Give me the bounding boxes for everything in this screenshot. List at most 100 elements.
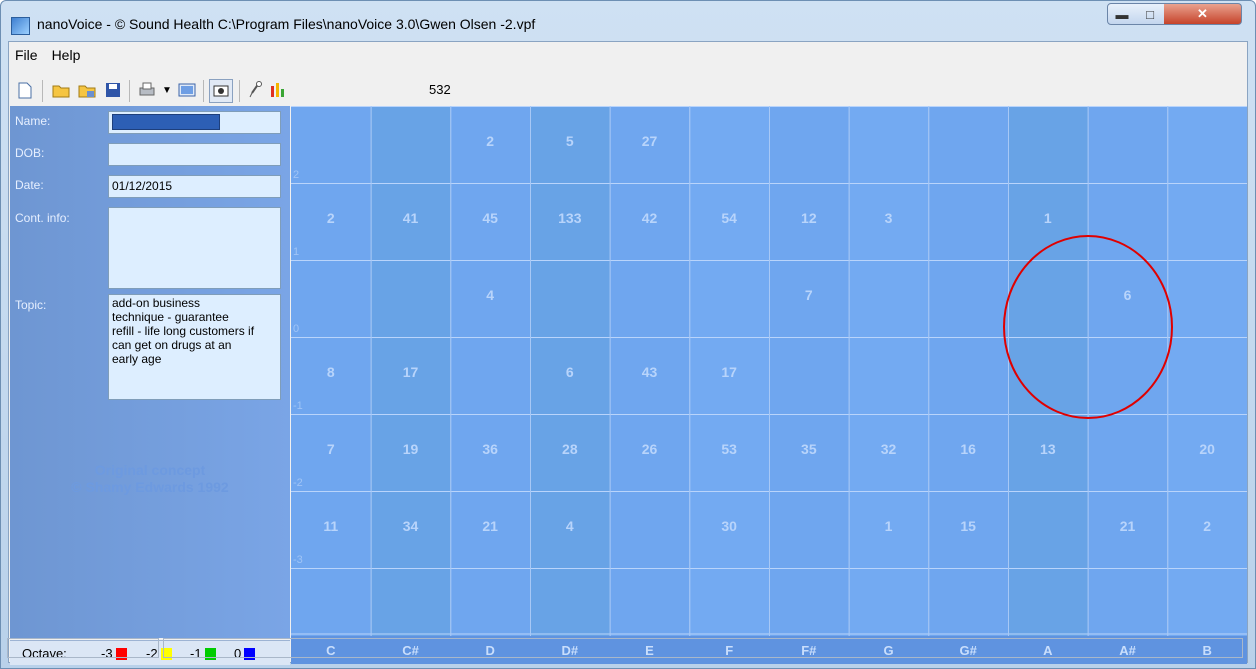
note-count: 21: [482, 518, 498, 534]
note-count: 54: [721, 210, 737, 226]
microphone-icon[interactable]: [245, 80, 265, 100]
date-field[interactable]: 01/12/2015: [108, 175, 281, 198]
sample-count: 532: [429, 82, 451, 97]
status-panel-1: [7, 638, 159, 658]
note-count: 7: [805, 287, 813, 303]
screen-icon[interactable]: [177, 80, 197, 100]
note-count: 4: [486, 287, 494, 303]
menu-bar: File Help: [9, 44, 88, 64]
note-column: [1087, 106, 1168, 636]
toolbar-separator: [129, 80, 130, 102]
name-selection: [112, 114, 220, 130]
close-icon: ✕: [1197, 6, 1208, 21]
toolbar-separator: [239, 80, 240, 102]
note-column: [450, 106, 530, 636]
note-count: 28: [562, 441, 578, 457]
note-count: 43: [642, 364, 658, 380]
note-count: 21: [1120, 518, 1136, 534]
note-count: 34: [403, 518, 419, 534]
note-column: [1167, 106, 1247, 636]
note-count: 11: [323, 518, 338, 534]
maximize-button[interactable]: □: [1136, 3, 1165, 25]
dob-field[interactable]: [108, 143, 281, 166]
note-count: 17: [403, 364, 419, 380]
print-icon[interactable]: [137, 80, 157, 100]
note-count: 32: [881, 441, 897, 457]
app-window: nanoVoice - © Sound Health C:\Program Fi…: [0, 0, 1256, 669]
note-count: 42: [642, 210, 658, 226]
note-grid[interactable]: 2 1 0 -1 -2 -3 2 5 27 2 41 45 133 42 54 12 3 1 4 7 6 8 17 6 43 17…: [291, 106, 1247, 664]
note-count: 19: [403, 441, 419, 457]
note-count: 35: [801, 441, 817, 457]
new-file-icon[interactable]: [15, 80, 35, 100]
open-folder-2-icon[interactable]: [77, 80, 97, 100]
open-folder-icon[interactable]: [51, 80, 71, 100]
contact-info-label: Cont. info:: [15, 211, 70, 225]
topic-line: add-on business: [112, 296, 201, 310]
octave-row-label: 1: [293, 246, 299, 258]
credit-line-1: Original concept: [94, 462, 206, 478]
note-count: 16: [960, 441, 976, 457]
toolbar-separator: [42, 80, 43, 102]
dropdown-arrow-icon[interactable]: ▼: [157, 80, 177, 100]
topic-line: early age: [112, 352, 162, 366]
note-count: 41: [403, 210, 419, 226]
note-count: 13: [1040, 441, 1056, 457]
note-count: 4: [566, 518, 574, 534]
date-label: Date:: [15, 178, 44, 192]
topic-line: can get on drugs at an: [112, 338, 232, 352]
note-column: [848, 106, 929, 636]
note-column: [769, 106, 849, 636]
note-count: 2: [327, 210, 335, 226]
note-count: 1: [885, 518, 893, 534]
note-count: 45: [482, 210, 498, 226]
window-title: nanoVoice - © Sound Health C:\Program Fi…: [37, 16, 536, 32]
note-count: 8: [327, 364, 335, 380]
note-column: [928, 106, 1008, 636]
note-count: 7: [327, 441, 335, 457]
note-count: 3: [885, 210, 893, 226]
bar-chart-icon[interactable]: [269, 80, 289, 100]
note-count: 5: [566, 133, 574, 149]
note-count: 6: [566, 364, 574, 380]
octave-row-label: -2: [293, 477, 303, 489]
menu-help[interactable]: Help: [46, 44, 89, 64]
minimize-button[interactable]: ▬: [1107, 3, 1137, 25]
topic-label: Topic:: [15, 298, 47, 312]
name-field[interactable]: [108, 111, 281, 134]
save-icon[interactable]: [103, 80, 123, 100]
client-area: File Help ▼ 532 Name: DOB: Date: 01/12/2…: [8, 41, 1248, 665]
octave-row-label: -1: [293, 400, 303, 412]
maximize-icon: □: [1146, 6, 1154, 22]
note-grid-chart: 210-1-2-32 5 272 41 45 133 42 54 12 3 14 7 68 17 6 43 17…: [291, 106, 1247, 664]
client-info-panel: Name: DOB: Date: 01/12/2015 Cont. info: …: [10, 106, 290, 638]
note-count: 15: [960, 518, 976, 534]
note-count: 20: [1199, 441, 1215, 457]
note-count: 26: [642, 441, 658, 457]
status-bar: [7, 636, 1247, 662]
status-panel-2: [163, 638, 1243, 658]
title-bar[interactable]: nanoVoice - © Sound Health C:\Program Fi…: [1, 1, 1255, 41]
toolbar-separator: [203, 80, 204, 102]
note-count: 30: [721, 518, 737, 534]
note-count: 12: [801, 210, 817, 226]
close-button[interactable]: ✕: [1164, 3, 1242, 25]
toolbar: ▼ 532: [9, 66, 1247, 106]
topic-line: technique - guarantee: [112, 310, 229, 324]
menu-file[interactable]: File: [9, 44, 46, 64]
note-count: 2: [1203, 518, 1211, 534]
topic-field[interactable]: add-on business technique - guarantee re…: [108, 294, 281, 400]
credit-line-2: © Shamy Edwards 1992: [71, 479, 229, 495]
dob-label: DOB:: [15, 146, 45, 160]
note-count: 6: [1124, 287, 1132, 303]
note-count: 53: [721, 441, 737, 457]
note-count: 2: [486, 133, 494, 149]
topic-line: refill - life long customers if: [112, 324, 255, 338]
octave-row-label: 2: [293, 169, 299, 181]
record-icon[interactable]: [209, 79, 233, 103]
contact-info-field[interactable]: [108, 207, 281, 289]
octave-row-label: -3: [293, 554, 303, 566]
note-count: 27: [642, 133, 658, 149]
note-count: 36: [482, 441, 498, 457]
note-count: 1: [1044, 210, 1052, 226]
